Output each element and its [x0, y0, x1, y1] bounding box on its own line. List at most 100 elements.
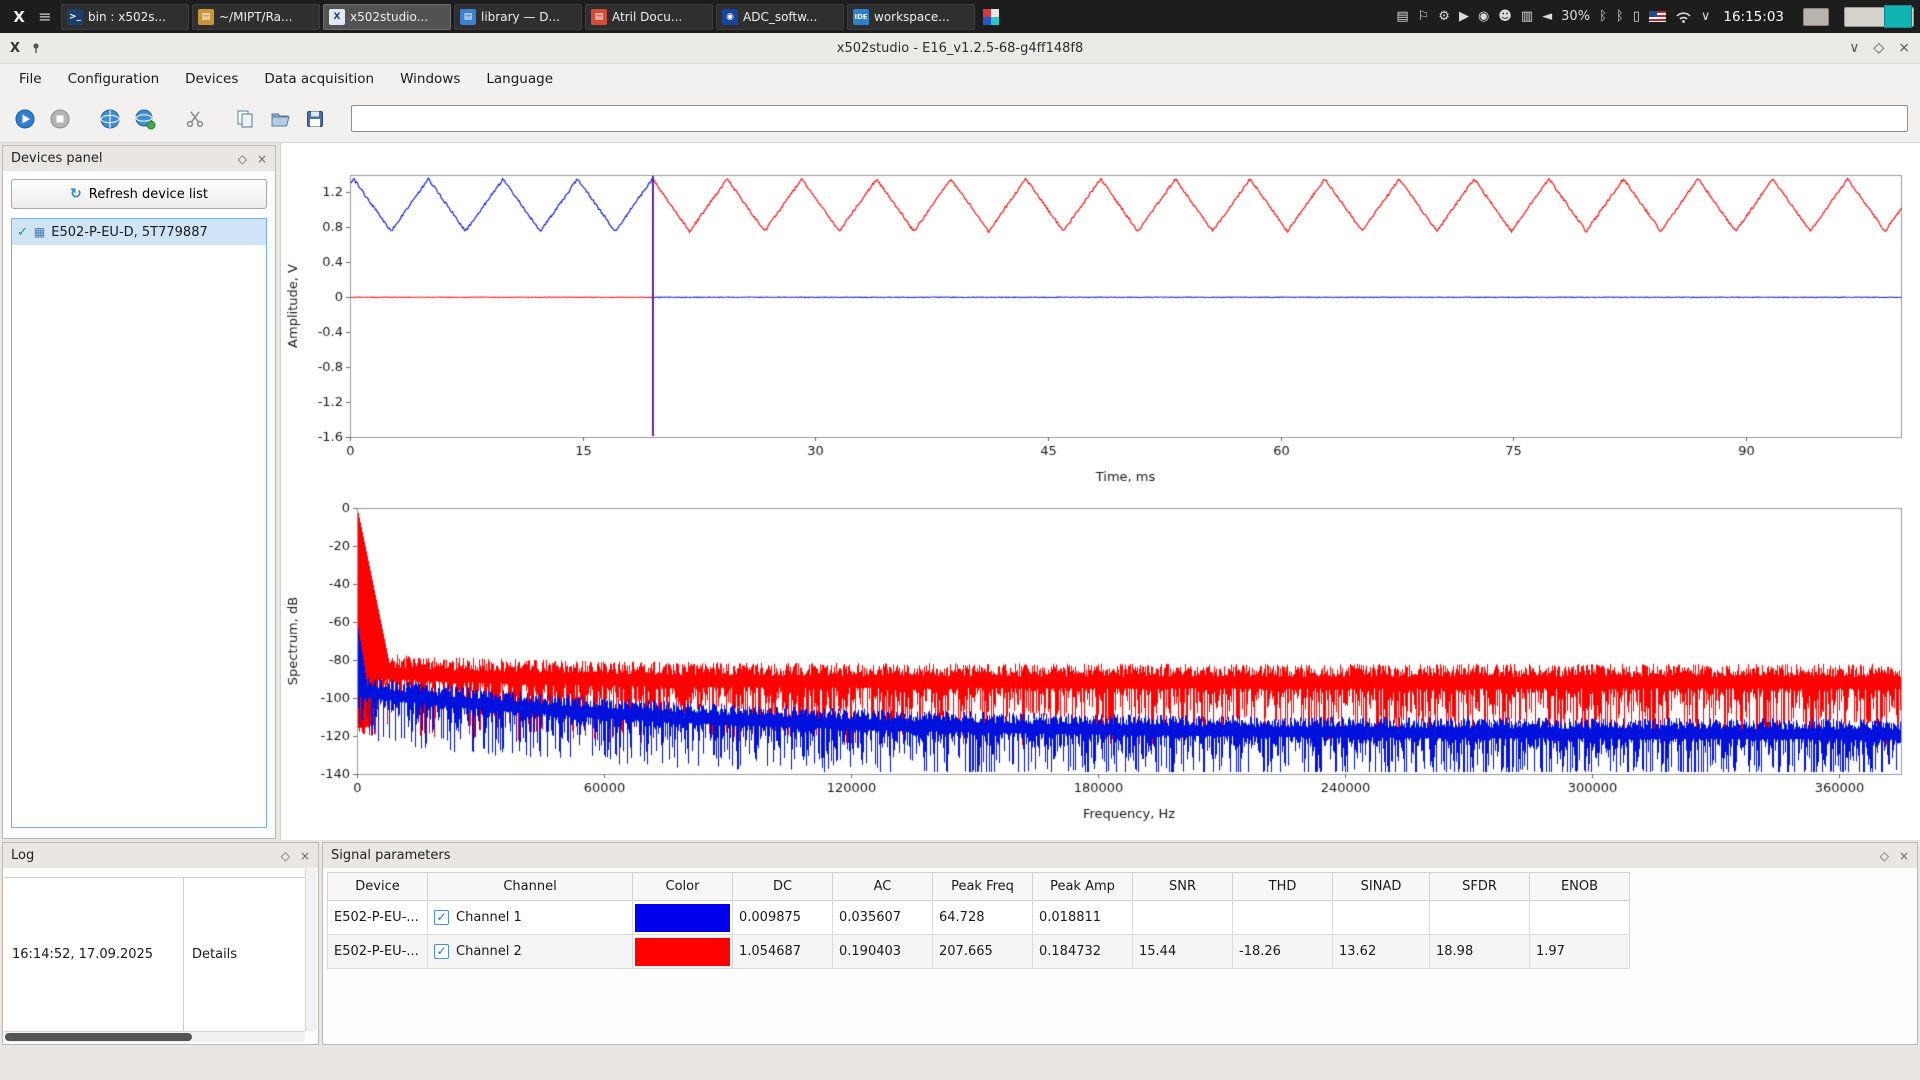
menu-file[interactable]: File	[6, 64, 55, 95]
device-label: E502-P-EU-D, 5T779887	[51, 225, 208, 240]
col-sfdr[interactable]: SFDR	[1430, 873, 1530, 901]
toolbar	[0, 95, 1920, 143]
window-maximize-icon[interactable]: ◇	[1873, 40, 1884, 56]
col-color[interactable]: Color	[633, 873, 733, 901]
cut-button[interactable]	[182, 106, 208, 132]
copy-button[interactable]	[232, 106, 258, 132]
charts-area	[280, 143, 1920, 840]
settings-icon[interactable]: ⚙	[1438, 9, 1450, 24]
taskbar-app-workspace[interactable]: IDE workspace...	[847, 4, 975, 30]
col-ac[interactable]: AC	[833, 873, 933, 901]
volume-icon[interactable]: ◄	[1542, 9, 1552, 24]
cell-channel: ✓ Channel 2	[428, 935, 633, 969]
panel-close-icon[interactable]: ×	[257, 152, 267, 166]
pin-icon[interactable]	[30, 42, 42, 54]
start-acquisition-button[interactable]	[12, 106, 38, 132]
col-peak-amp[interactable]: Peak Amp	[1033, 873, 1133, 901]
taskbar-app-atril[interactable]: ▤ Atril Docu...	[585, 4, 713, 30]
menu-configuration[interactable]: Configuration	[55, 64, 173, 95]
menu-devices[interactable]: Devices	[172, 64, 251, 95]
col-dc[interactable]: DC	[733, 873, 833, 901]
window-titlebar[interactable]: X x502studio - E16_v1.2.5-68-g4ff148f8 ∨…	[0, 33, 1920, 64]
folder-icon: ▤	[198, 9, 214, 25]
taskbar-app-library[interactable]: ▤ library — D...	[454, 4, 582, 30]
log-vertical-scrollbar[interactable]	[305, 869, 317, 1031]
clipboard-icon[interactable]: ▥	[1521, 9, 1533, 24]
save-button[interactable]	[302, 106, 328, 132]
refresh-device-list-button[interactable]: ↻ Refresh device list	[11, 179, 267, 209]
taskbar-app-files[interactable]: ▤ ~/MIPT/Ra...	[192, 4, 320, 30]
cell-color[interactable]	[633, 901, 733, 935]
scrollbar-thumb[interactable]	[5, 1033, 192, 1041]
menu-data-acquisition[interactable]: Data acquisition	[251, 64, 387, 95]
col-snr[interactable]: SNR	[1133, 873, 1233, 901]
cell-color[interactable]	[633, 935, 733, 969]
system-tray: ▤ ⚐ ⚙ ▶ ◉ ☻ ▥ ◄ 30% ᛒ ᛒ ▯ ∨ 16:15:03	[1396, 7, 1914, 27]
tray-expand-icon[interactable]: ∨	[1701, 9, 1711, 24]
log-horizontal-scrollbar[interactable]	[4, 1031, 305, 1042]
command-input[interactable]	[351, 105, 1908, 132]
col-device[interactable]: Device	[328, 873, 428, 901]
col-sinad[interactable]: SINAD	[1333, 873, 1430, 901]
notification-icon[interactable]: ⚐	[1418, 9, 1430, 24]
cell-device: E502-P-EU-...	[328, 901, 428, 935]
bluetooth-icon[interactable]: ᛒ	[1599, 9, 1607, 24]
files-icon[interactable]: ▤	[1396, 9, 1408, 24]
clock[interactable]: 16:15:03	[1723, 9, 1784, 25]
notes-applet-icon[interactable]	[1803, 8, 1829, 26]
menu-language[interactable]: Language	[473, 64, 566, 95]
window-shade-icon[interactable]: ∨	[1849, 40, 1859, 56]
taskbar-app-label: ~/MIPT/Ra...	[219, 10, 292, 24]
xorg-logo-icon[interactable]: X	[6, 8, 32, 26]
col-enob[interactable]: ENOB	[1530, 873, 1630, 901]
bluetooth-device-icon[interactable]: ᛒ	[1616, 9, 1624, 24]
cell-peak-amp: 0.184732	[1033, 935, 1133, 969]
panel-close-icon[interactable]: ×	[300, 849, 310, 863]
cell-sfdr	[1430, 901, 1530, 935]
panel-float-icon[interactable]: ◇	[238, 152, 247, 166]
panel-float-icon[interactable]: ◇	[1880, 849, 1889, 863]
taskbar-app-label: bin : x502s...	[88, 10, 166, 24]
time-domain-chart[interactable]	[281, 151, 1920, 498]
refresh-icon: ↻	[70, 186, 82, 202]
log-entry-details[interactable]: Details	[184, 878, 305, 1031]
device-list-item[interactable]: ✓ ▦ E502-P-EU-D, 5T779887	[12, 219, 266, 245]
stop-acquisition-button[interactable]	[47, 106, 73, 132]
color-profile-icon[interactable]	[983, 9, 999, 25]
device-icon: ▦	[34, 225, 45, 239]
show-desktop-button[interactable]	[1884, 5, 1912, 28]
panel-menu-icon[interactable]: ≡	[32, 7, 58, 26]
channel-checkbox[interactable]: ✓	[434, 910, 449, 925]
open-button[interactable]	[267, 106, 293, 132]
taskbar-app-x502studio[interactable]: X x502studio...	[323, 4, 451, 30]
channel-color-swatch[interactable]	[635, 904, 730, 932]
menu-windows[interactable]: Windows	[387, 64, 473, 95]
network-settings-button[interactable]	[132, 106, 158, 132]
cell-dc: 0.009875	[733, 901, 833, 935]
taskbar-app-terminal[interactable]: >_ bin : x502s...	[61, 4, 189, 30]
ide-icon: IDE	[853, 9, 869, 25]
taskbar-app-label: ADC_softw...	[743, 10, 817, 24]
panel-float-icon[interactable]: ◇	[281, 849, 290, 863]
keyboard-layout-flag-icon[interactable]	[1649, 11, 1666, 22]
save-icon	[304, 108, 326, 130]
taskbar-app-adc-software[interactable]: ◉ ADC_softw...	[716, 4, 844, 30]
record-icon[interactable]: ◉	[1478, 9, 1489, 24]
phone-icon[interactable]: ▯	[1633, 9, 1640, 24]
channel-color-swatch[interactable]	[635, 938, 730, 966]
copy-icon	[234, 108, 256, 130]
panel-close-icon[interactable]: ×	[1899, 849, 1909, 863]
col-peak-freq[interactable]: Peak Freq	[933, 873, 1033, 901]
network-connect-button[interactable]	[97, 106, 123, 132]
cell-ac: 0.035607	[833, 901, 933, 935]
channel-checkbox[interactable]: ✓	[434, 944, 449, 959]
wifi-icon[interactable]	[1675, 10, 1692, 23]
col-channel[interactable]: Channel	[428, 873, 633, 901]
log-body: 16:14:52, 17.09.2025 Details	[4, 869, 305, 1031]
window-close-icon[interactable]: ×	[1898, 40, 1910, 56]
send-icon[interactable]: ▶	[1459, 9, 1469, 24]
col-thd[interactable]: THD	[1233, 873, 1333, 901]
spectrum-chart[interactable]	[281, 498, 1920, 840]
scissors-icon	[184, 108, 206, 130]
contacts-icon[interactable]: ☻	[1498, 9, 1512, 24]
